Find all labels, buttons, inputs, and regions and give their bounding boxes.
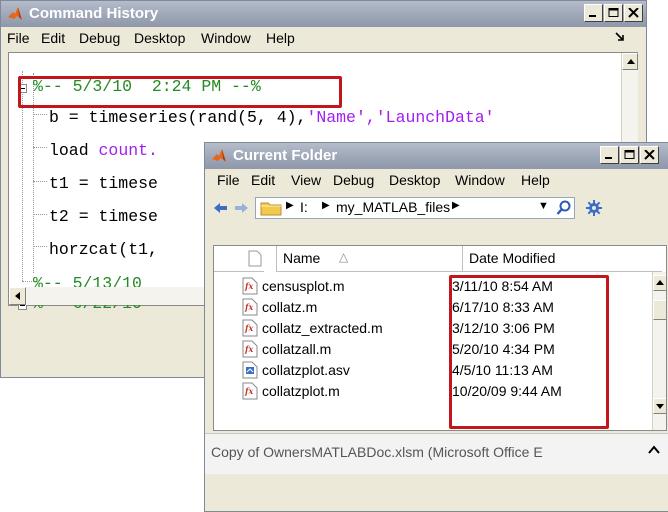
- file-name: collatzplot.asv: [262, 362, 350, 378]
- address-toolbar: ▶ I: ▶ my_MATLAB_files ▶ ▼: [205, 191, 668, 225]
- maximize-button[interactable]: [604, 4, 623, 22]
- svg-text:fx: fx: [244, 344, 253, 354]
- highlight-box: [449, 275, 609, 429]
- file-name: collatz.m: [262, 299, 318, 315]
- m-file-icon: fx: [242, 277, 258, 295]
- window-title: Command History: [29, 5, 159, 22]
- date-column-header[interactable]: Date Modified: [462, 246, 662, 272]
- m-file-icon: fx: [242, 382, 258, 400]
- scroll-left-button[interactable]: [9, 287, 26, 305]
- selected-file-status: Copy of OwnersMATLABDoc.xlsm (Microsoft …: [211, 444, 543, 460]
- window-title: Current Folder: [233, 147, 338, 164]
- file-name: collatzall.m: [262, 341, 332, 357]
- breadcrumb-arrow-icon[interactable]: ▶: [322, 200, 330, 211]
- arrow-up-icon: [656, 280, 664, 285]
- history-command[interactable]: t2 = timese: [49, 207, 158, 226]
- horizontal-scrollbar[interactable]: [9, 287, 209, 305]
- matlab-logo-icon: [212, 149, 226, 162]
- back-arrow-icon[interactable]: [213, 201, 229, 215]
- search-icon[interactable]: [556, 200, 572, 216]
- minimize-icon: [589, 15, 596, 17]
- arrow-up-icon: [627, 59, 635, 64]
- menu-window[interactable]: Window: [201, 30, 251, 46]
- menu-window[interactable]: Window: [455, 172, 505, 188]
- m-file-icon: fx: [242, 319, 258, 337]
- scroll-down-button[interactable]: [653, 398, 666, 414]
- menu-view[interactable]: View: [291, 172, 321, 188]
- menu-desktop[interactable]: Desktop: [134, 30, 185, 46]
- scroll-up-button[interactable]: [622, 53, 638, 70]
- maximize-button[interactable]: [620, 146, 639, 164]
- maximize-icon: [608, 8, 619, 17]
- menu-help[interactable]: Help: [521, 172, 550, 188]
- asv-file-icon: [242, 361, 258, 379]
- menu-help[interactable]: Help: [266, 30, 295, 46]
- close-button[interactable]: [624, 4, 643, 22]
- close-icon: [644, 150, 655, 160]
- breadcrumb-folder[interactable]: my_MATLAB_files: [336, 199, 450, 215]
- menu-debug[interactable]: Debug: [333, 172, 374, 188]
- minimize-button[interactable]: [600, 146, 619, 164]
- history-command[interactable]: b = timeseries(rand(5, 4),'Name','Launch…: [49, 108, 495, 127]
- name-column-header[interactable]: Name △: [276, 246, 462, 272]
- svg-text:fx: fx: [244, 302, 253, 312]
- breadcrumb-arrow-icon[interactable]: ▶: [286, 200, 294, 211]
- minimize-icon: [605, 157, 612, 159]
- current-folder-titlebar[interactable]: Current Folder: [205, 143, 668, 169]
- arrow-left-icon: [15, 292, 20, 300]
- history-command[interactable]: t1 = timese: [49, 174, 158, 193]
- menu-debug[interactable]: Debug: [79, 30, 120, 46]
- scroll-thumb[interactable]: [653, 300, 666, 320]
- dropdown-arrow-icon[interactable]: ▼: [538, 200, 549, 212]
- address-bar[interactable]: ▶ I: ▶ my_MATLAB_files ▶ ▼: [255, 197, 575, 219]
- forward-arrow-icon[interactable]: [233, 201, 249, 215]
- history-command[interactable]: horzcat(t1,: [49, 240, 158, 259]
- close-icon: [628, 8, 639, 18]
- m-file-icon: fx: [242, 298, 258, 316]
- highlight-box: [18, 76, 342, 108]
- icon-column-header[interactable]: [214, 246, 264, 272]
- breadcrumb-arrow-icon[interactable]: ▶: [452, 200, 460, 211]
- sort-arrow-icon: △: [339, 250, 349, 264]
- dock-arrow-icon[interactable]: [615, 32, 625, 42]
- svg-text:fx: fx: [244, 323, 253, 333]
- menu-edit[interactable]: Edit: [251, 172, 275, 188]
- maximize-icon: [624, 150, 635, 159]
- gear-icon[interactable]: [585, 199, 605, 217]
- folder-icon: [260, 202, 282, 216]
- current-folder-menubar: File Edit View Debug Desktop Window Help: [205, 169, 668, 191]
- history-command[interactable]: load count.: [49, 141, 158, 160]
- breadcrumb-drive[interactable]: I:: [300, 199, 308, 215]
- menu-edit[interactable]: Edit: [41, 30, 65, 46]
- file-name: collatz_extracted.m: [262, 320, 383, 336]
- details-panel: Copy of OwnersMATLABDoc.xlsm (Microsoft …: [205, 433, 668, 474]
- command-history-titlebar[interactable]: Command History: [1, 1, 646, 27]
- file-name: censusplot.m: [262, 278, 345, 294]
- m-file-icon: fx: [242, 340, 258, 358]
- file-name: collatzplot.m: [262, 383, 340, 399]
- scroll-up-button[interactable]: [653, 275, 666, 291]
- menu-file[interactable]: File: [217, 172, 240, 188]
- chevron-up-icon[interactable]: [647, 444, 661, 456]
- minimize-button[interactable]: [584, 4, 603, 22]
- blank-file-icon: [248, 250, 262, 267]
- matlab-logo-icon: [8, 7, 22, 20]
- vertical-scrollbar[interactable]: [652, 272, 666, 430]
- command-history-menubar: File Edit Debug Desktop Window Help: [1, 27, 646, 49]
- menu-file[interactable]: File: [7, 30, 30, 46]
- close-button[interactable]: [640, 146, 659, 164]
- menu-desktop[interactable]: Desktop: [389, 172, 440, 188]
- arrow-down-icon: [656, 404, 664, 409]
- svg-text:fx: fx: [244, 281, 253, 291]
- svg-text:fx: fx: [244, 386, 253, 396]
